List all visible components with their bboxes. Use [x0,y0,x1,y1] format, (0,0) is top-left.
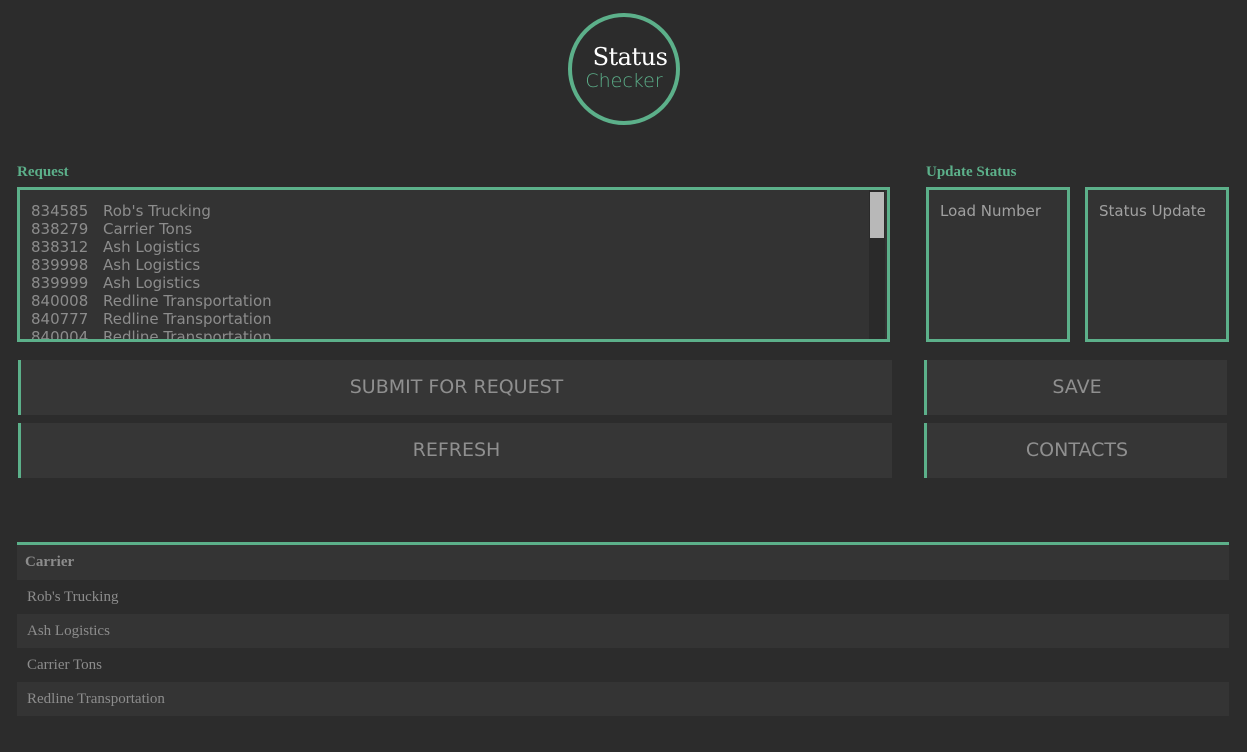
request-item-carrier: Ash Logistics [103,256,201,274]
carrier-table: Carrier Rob's Trucking Ash Logistics Car… [17,542,1229,716]
refresh-button[interactable]: REFRESH [18,423,892,478]
logo-title: Status [592,43,668,71]
request-label: Request [17,164,69,180]
table-row[interactable]: Rob's Trucking [17,580,1229,614]
update-status-label: Update Status [926,164,1017,180]
request-item-number: 839999 [31,274,89,292]
request-item[interactable]: 840008 Redline Transportation [31,292,272,310]
request-item-number: 840004 [31,328,89,342]
request-item-carrier: Rob's Trucking [103,202,211,220]
submit-for-request-button[interactable]: SUBMIT FOR REQUEST [18,360,892,415]
scrollbar-thumb[interactable] [870,192,884,238]
request-item-carrier: Ash Logistics [103,274,201,292]
request-item-carrier: Carrier Tons [103,220,193,238]
load-number-input[interactable] [926,187,1070,342]
request-item-carrier: Ash Logistics [103,238,201,256]
request-item[interactable]: 840004 Redline Transportation [31,328,272,342]
request-item[interactable]: 839999 Ash Logistics [31,274,272,292]
contacts-button[interactable]: CONTACTS [924,423,1227,478]
status-update-input[interactable] [1085,187,1229,342]
logo-subtitle: Checker [585,70,663,92]
request-item-number: 834585 [31,202,89,220]
request-list[interactable]: 834585 Rob's Trucking 838279 Carrier Tons … [31,202,272,342]
table-row[interactable]: Ash Logistics [17,614,1229,648]
request-item-number: 840777 [31,310,89,328]
request-item-carrier: Redline Transportation [103,292,272,310]
request-item-number: 840008 [31,292,89,310]
request-item-carrier: Redline Transportation [103,310,272,328]
request-item-number: 839998 [31,256,89,274]
table-row[interactable]: Redline Transportation [17,682,1229,716]
request-item-number: 838312 [31,238,89,256]
request-item-number: 838279 [31,220,89,238]
request-item[interactable]: 839998 Ash Logistics [31,256,272,274]
table-row[interactable]: Carrier Tons [17,648,1229,682]
carrier-table-header: Carrier [17,545,1229,580]
request-item-carrier: Redline Transportation [103,328,272,342]
request-item[interactable]: 834585 Rob's Trucking [31,202,272,220]
request-item[interactable]: 840777 Redline Transportation [31,310,272,328]
save-button[interactable]: SAVE [924,360,1227,415]
status-checker-logo: Status Checker [568,13,680,125]
request-list-box[interactable]: 834585 Rob's Trucking 838279 Carrier Tons … [17,187,890,342]
request-list-scrollbar[interactable] [869,190,885,339]
request-item[interactable]: 838312 Ash Logistics [31,238,272,256]
request-item[interactable]: 838279 Carrier Tons [31,220,272,238]
